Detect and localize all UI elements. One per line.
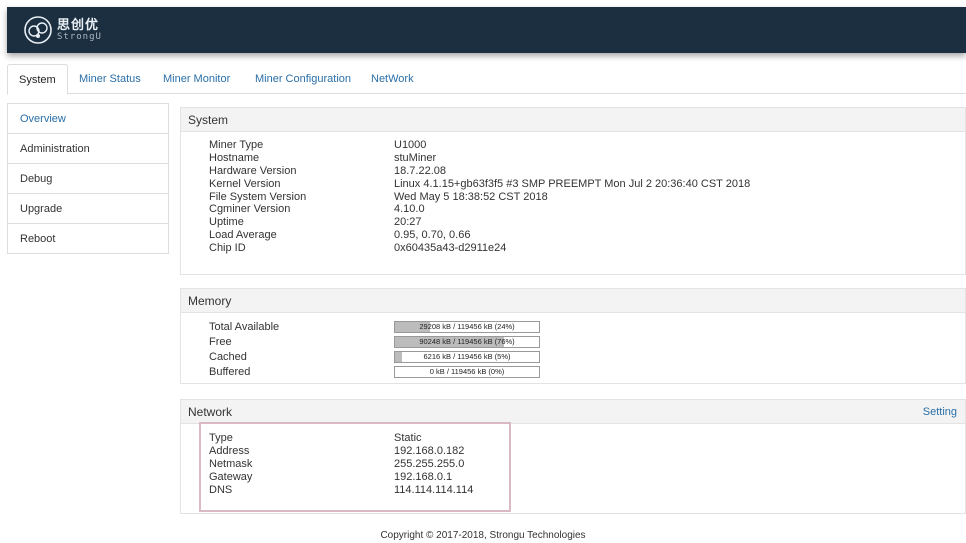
info-key: Miner Type	[209, 139, 264, 152]
info-value: Linux 4.1.15+gb63f3f5 #3 SMP PREEMPT Mon…	[394, 177, 751, 190]
system-panel: System Miner Type U1000 Hostname stuMiner …	[180, 107, 966, 275]
memory-panel-title: Memory	[181, 289, 965, 313]
memory-bar-text: 0 kB / 119456 kB (0%)	[429, 366, 505, 376]
memory-bar: 29208 kB / 119456 kB (24%)	[394, 320, 540, 333]
memory-key: Free	[209, 335, 232, 348]
memory-key: Cached	[209, 350, 247, 363]
sidebar-item-reboot[interactable]: Reboot	[7, 223, 169, 254]
memory-bar-text: 29208 kB / 119456 kB (24%)	[419, 321, 515, 331]
info-row: Uptime 20:27	[209, 216, 965, 229]
network-setting-link[interactable]: Setting	[923, 400, 957, 424]
memory-row: Free 90248 kB / 119456 kB (76%)	[209, 334, 965, 349]
sidebar-item-overview[interactable]: Overview	[7, 103, 169, 134]
info-value: 20:27	[394, 216, 422, 229]
info-key: File System Version	[209, 190, 307, 203]
info-row: Load Average 0.95, 0.70, 0.66	[209, 229, 965, 242]
info-key: Hardware Version	[209, 164, 297, 177]
sidebar: Overview Administration Debug Upgrade Re…	[7, 103, 169, 254]
main-tabs: System Miner Status Miner Monitor Miner …	[7, 64, 966, 95]
info-value: 4.10.0	[394, 203, 425, 216]
sidebar-item-upgrade[interactable]: Upgrade	[7, 193, 169, 224]
info-row: Cgminer Version 4.10.0	[209, 203, 965, 216]
memory-panel: Memory Total Available 29208 kB / 119456…	[180, 288, 966, 384]
tab-miner-status[interactable]: Miner Status	[79, 64, 141, 94]
memory-key: Buffered	[209, 365, 251, 378]
info-value: U1000	[394, 139, 427, 152]
footer-copyright: Copyright © 2017-2018, Strongu Technolog…	[380, 530, 586, 541]
info-row: Chip ID 0x60435a43-d2911e24	[209, 241, 965, 254]
strongu-logo-icon	[24, 16, 52, 44]
network-highlight-box	[199, 422, 511, 512]
info-value: 0x60435a43-d2911e24	[394, 241, 507, 254]
info-key: Chip ID	[209, 241, 246, 254]
memory-bar-text: 6216 kB / 119456 kB (5%)	[423, 351, 511, 361]
tab-miner-configuration[interactable]: Miner Configuration	[255, 64, 351, 94]
memory-row: Buffered 0 kB / 119456 kB (0%)	[209, 364, 965, 379]
info-key: Uptime	[209, 216, 244, 229]
info-value: Wed May 5 18:38:52 CST 2018	[394, 190, 548, 203]
memory-key: Total Available	[209, 320, 280, 333]
info-row: Miner Type U1000	[209, 139, 965, 152]
info-row: Hostname stuMiner	[209, 152, 965, 165]
info-row: File System Version Wed May 5 18:38:52 CS…	[209, 190, 965, 203]
info-key: Load Average	[209, 228, 277, 241]
top-navbar: 思创优 StrongU	[7, 7, 966, 53]
system-panel-title: System	[181, 108, 965, 132]
brand-name-en: StrongU	[57, 32, 102, 42]
info-row: Hardware Version 18.7.22.08	[209, 165, 965, 178]
info-value: stuMiner	[394, 152, 437, 165]
memory-row: Cached 6216 kB / 119456 kB (5%)	[209, 349, 965, 364]
info-key: Kernel Version	[209, 177, 281, 190]
brand-name-cn: 思创优	[57, 17, 100, 32]
memory-bar: 6216 kB / 119456 kB (5%)	[394, 350, 540, 363]
memory-bar: 90248 kB / 119456 kB (76%)	[394, 335, 540, 348]
memory-row: Total Available 29208 kB / 119456 kB (24…	[209, 319, 965, 334]
info-value: 0.95, 0.70, 0.66	[394, 228, 471, 241]
info-key: Cgminer Version	[209, 203, 291, 216]
tab-system[interactable]: System	[7, 64, 68, 95]
tab-network[interactable]: NetWork	[371, 64, 414, 94]
network-panel-title: Network	[181, 400, 965, 424]
sidebar-item-administration[interactable]: Administration	[7, 133, 169, 164]
info-value: 18.7.22.08	[394, 164, 446, 177]
info-key: Hostname	[209, 152, 260, 165]
brand-logo[interactable]: 思创优 StrongU	[23, 11, 102, 49]
tab-miner-monitor[interactable]: Miner Monitor	[163, 64, 230, 94]
sidebar-item-debug[interactable]: Debug	[7, 163, 169, 194]
info-row: Kernel Version Linux 4.1.15+gb63f3f5 #3 S…	[209, 177, 965, 190]
memory-bar-text: 90248 kB / 119456 kB (76%)	[419, 336, 515, 346]
memory-bar: 0 kB / 119456 kB (0%)	[394, 365, 540, 378]
